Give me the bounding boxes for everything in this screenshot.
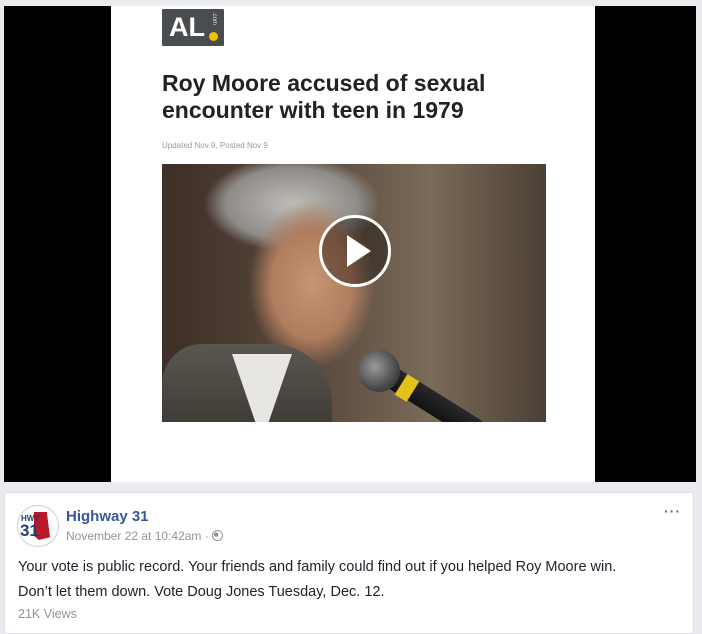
post-meta: November 22 at 10:42am · — [66, 529, 224, 543]
microphone-head — [358, 350, 400, 392]
post-date-link[interactable]: November 22 at 10:42am — [66, 529, 201, 543]
more-options-icon[interactable]: ··· — [664, 503, 681, 519]
globe-icon[interactable] — [212, 530, 224, 541]
article-headline: Roy Moore accused of sexual encounter wi… — [162, 70, 486, 123]
meta-separator: · — [204, 529, 209, 543]
logo-text: AL — [169, 12, 205, 42]
page-name-link[interactable]: Highway 31 — [66, 508, 149, 525]
logo-dot — [209, 32, 218, 41]
facebook-post: HWY 31 Highway 31 November 22 at 10:42am… — [4, 492, 694, 634]
logo-com: .com — [211, 12, 217, 26]
view-count: 21K Views — [18, 607, 77, 621]
avatar-number: 31 — [20, 521, 39, 540]
play-icon[interactable] — [319, 215, 391, 287]
post-text: Your vote is public record. Your friends… — [18, 555, 678, 605]
avatar[interactable]: HWY 31 — [17, 505, 59, 547]
article-timestamp: Updated Nov 9, Posted Nov 9 — [162, 141, 268, 150]
post-text-line-1: Your vote is public record. Your friends… — [18, 559, 617, 575]
post-text-line-2: Don’t let them down. Vote Doug Jones Tue… — [18, 584, 385, 600]
video-player[interactable]: AL .com Roy Moore accused of sexual enco… — [4, 6, 696, 482]
article-photo — [162, 164, 546, 422]
al-logo: AL .com — [162, 9, 224, 46]
